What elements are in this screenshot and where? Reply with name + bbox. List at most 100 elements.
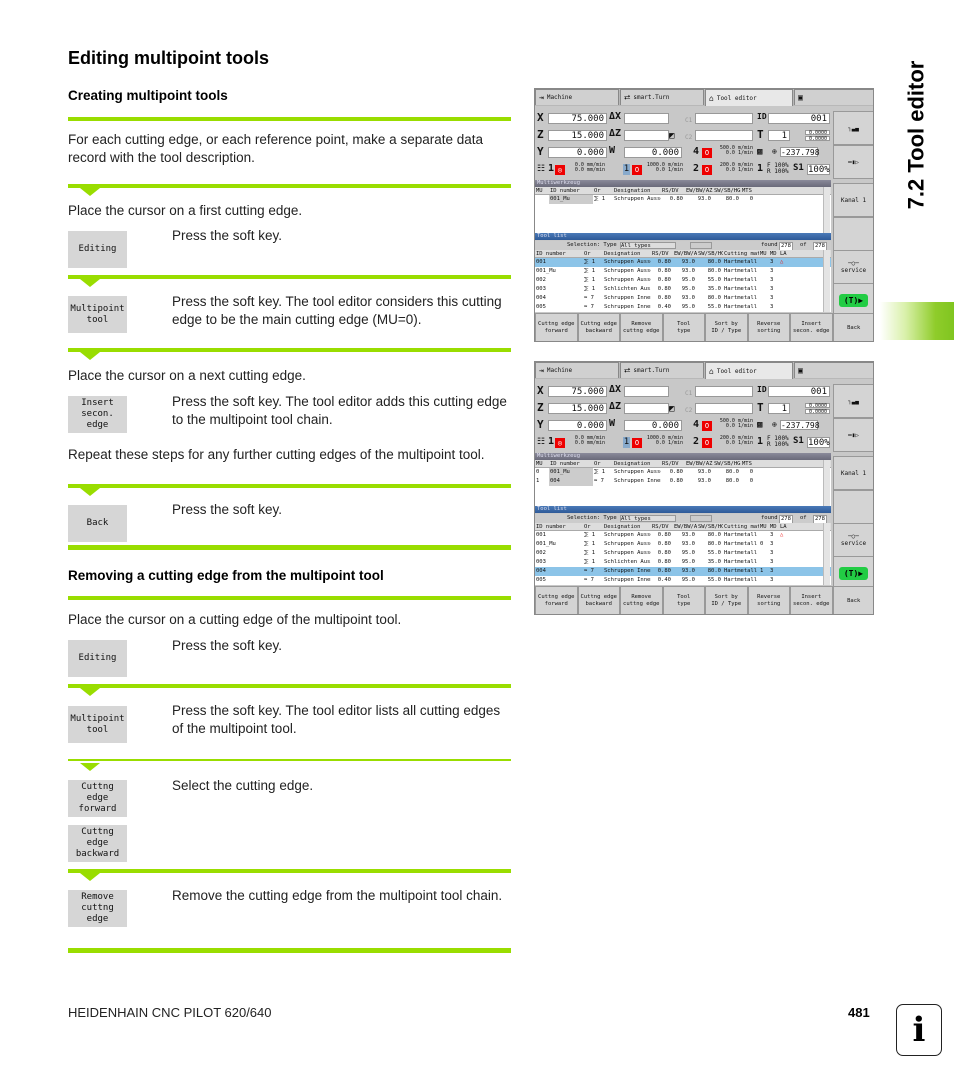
cell-des: Schruppen Aussen bbox=[604, 532, 651, 538]
cell-des: Schruppen Aussen bbox=[604, 541, 651, 547]
softkey-reverse-sorting[interactable]: Reverse sorting bbox=[747, 313, 790, 341]
target-icon: ⊕ bbox=[772, 420, 777, 429]
tool-holder-icon[interactable]: ═▮▷ bbox=[833, 418, 873, 452]
delta-field[interactable] bbox=[624, 130, 669, 141]
cell-mat: Hartmetall bbox=[724, 304, 758, 310]
section-end-divider bbox=[68, 948, 511, 953]
multitool-row[interactable]: 1 004 ≃ 7 Schruppen Innen 0.80 93.0 80.0 0 bbox=[535, 477, 831, 486]
column-header: Designation bbox=[604, 251, 641, 257]
multitool-row[interactable]: 001_Mu⅀ 1 Schruppen Aussen 0.80 93.0 80.0 0 bbox=[535, 195, 831, 204]
softkey-editing[interactable]: Editing bbox=[68, 231, 127, 268]
tool-list-row[interactable]: 001 ⅀ 1 Schruppen Aussen 0.80 93.0 80.0Hartme… bbox=[535, 531, 831, 540]
service-button[interactable]: ─○─ service bbox=[833, 523, 873, 557]
axis-value: 0.000 bbox=[548, 420, 607, 431]
tab-smart-turn[interactable]: ⮂ smart.Turn bbox=[620, 89, 704, 105]
tool-holder-icon: ▩ bbox=[757, 147, 763, 157]
softkey-sort-by-id-type[interactable]: Sort by ID / Type bbox=[705, 313, 748, 341]
machine-contour-icon[interactable]: ┐▃▄ bbox=[833, 384, 873, 418]
softkey-remove-cuttng-edge[interactable]: Remove cuttng edge bbox=[620, 586, 663, 614]
softkey-back[interactable]: Back bbox=[832, 586, 873, 614]
softkey-back[interactable]: Back bbox=[832, 313, 873, 341]
empty-softkey[interactable] bbox=[833, 490, 873, 524]
c2-field[interactable] bbox=[695, 403, 753, 414]
tool-list-row[interactable]: 003 ⅀ 1 Schlichten Auss… 0.80 95.0 35.0Hartme… bbox=[535, 558, 831, 567]
cell-or: ⅀ 1 bbox=[584, 550, 596, 556]
cell-mat: Hartmetall bbox=[724, 550, 758, 556]
softkey-multipoint-tool[interactable]: Multipoint tool bbox=[68, 706, 127, 743]
tool-list-row[interactable]: 003 ⅀ 1 Schlichten Auss… 0.80 95.0 35.0Hartme… bbox=[535, 285, 831, 294]
delta-field[interactable] bbox=[624, 386, 669, 397]
cell-id: 001 bbox=[536, 259, 546, 265]
step-text: Press the soft key. The tool editor list… bbox=[172, 703, 501, 736]
multitool-row[interactable]: 0 001_Mu⅀ 1 Schruppen Aussen 0.80 93.0 80.0 0 bbox=[535, 468, 831, 477]
tool-list-row[interactable]: 001_Mu ⅀ 1 Schruppen Aussen 0.80 93.0 80.0Har… bbox=[535, 267, 831, 276]
softkey-sort-by-id-type[interactable]: Sort by ID / Type bbox=[705, 586, 748, 614]
delta-field[interactable] bbox=[624, 403, 669, 414]
tool-list-row[interactable]: 001_Mu ⅀ 1 Schruppen Aussen 0.80 93.0 80.0Har… bbox=[535, 540, 831, 549]
softkey-reverse-sorting[interactable]: Reverse sorting bbox=[747, 586, 790, 614]
arrow-right-icon: ⇥ bbox=[539, 366, 544, 375]
tab-machine[interactable]: ⇥ Machine bbox=[535, 89, 619, 105]
filter-field[interactable] bbox=[690, 242, 712, 249]
softkey-back[interactable]: Back bbox=[68, 505, 127, 542]
softkey-editing[interactable]: Editing bbox=[68, 640, 127, 677]
rapid-override: R 100% bbox=[767, 168, 789, 175]
cell-or: ≃ 7 bbox=[584, 577, 594, 583]
softkey-insert-secon-edge[interactable]: Insert secon. edge bbox=[790, 313, 833, 341]
softkey-tool-type[interactable]: Tool type bbox=[662, 313, 705, 341]
tool-table-icon[interactable]: (T)▶ bbox=[833, 556, 873, 590]
empty-softkey[interactable] bbox=[833, 217, 873, 251]
tab-machine[interactable]: ⇥ Machine bbox=[535, 362, 619, 378]
c1-field[interactable] bbox=[695, 113, 753, 124]
multitool-scrollbar[interactable] bbox=[823, 460, 830, 506]
tool-list-scrollbar[interactable] bbox=[823, 250, 830, 312]
softkey-cutting-edge-backward[interactable]: Cuttng edge backward bbox=[68, 825, 127, 862]
kanal-button[interactable]: Kanal 1 bbox=[833, 183, 873, 217]
c2-field[interactable] bbox=[695, 130, 753, 141]
tab-tool-editor[interactable]: ⌂ Tool editor bbox=[705, 89, 793, 106]
cell-mts: 0 bbox=[749, 478, 753, 484]
cell-id: 004 bbox=[536, 568, 546, 574]
tool-list-row[interactable]: 004 ≃ 7 Schruppen Innen 0.80 93.0 80.0 Hartmet… bbox=[535, 294, 831, 303]
softkey-insert-secon-edge[interactable]: Insert secon. edge bbox=[790, 586, 833, 614]
tool-list-row[interactable]: 002 ⅀ 1 Schruppen Aussen 0.80 95.0 55.0Hartme… bbox=[535, 276, 831, 285]
softkey-remove-cuttng-edge[interactable]: Remove cuttng edge bbox=[620, 313, 663, 341]
tool-list-row[interactable]: 004 ≃ 7 Schruppen Innen 0.80 93.0 80.0 Hartmet… bbox=[535, 567, 831, 576]
tool-holder-icon[interactable]: ═▮▷ bbox=[833, 145, 873, 179]
filter-field[interactable] bbox=[690, 515, 712, 522]
service-button[interactable]: ─○─ service bbox=[833, 250, 873, 284]
tool-list-row[interactable]: 001 ⅀ 1 Schruppen Aussen 0.80 93.0 80.0Hartme… bbox=[535, 258, 831, 267]
softkey-cuttng-edge-backward[interactable]: Cuttng edge backward bbox=[577, 586, 620, 614]
softkey-insert-second-edge[interactable]: Insert secon. edge bbox=[68, 396, 127, 433]
cell-mat: Hartmetall bbox=[724, 532, 758, 538]
target-icon: ⊕ bbox=[772, 147, 777, 156]
softkey-tool-type[interactable]: Tool type bbox=[662, 586, 705, 614]
cell-mat: Hartmetall bbox=[724, 559, 758, 565]
tab-save[interactable]: ▣ bbox=[794, 362, 873, 378]
delta-field[interactable] bbox=[624, 113, 669, 124]
tab-tool-editor[interactable]: ⌂ Tool editor bbox=[705, 362, 793, 379]
spindle-1-label: 1 bbox=[623, 437, 630, 448]
cell-la bbox=[779, 549, 789, 558]
softkey-cuttng-edge-forward[interactable]: Cuttng edge forward bbox=[535, 586, 578, 614]
machine-contour-icon[interactable]: ┐▃▄ bbox=[833, 111, 873, 145]
softkey-cuttng-edge-forward[interactable]: Cuttng edge forward bbox=[535, 313, 578, 341]
step-text: Press the soft key. bbox=[172, 638, 283, 653]
tool-list-row[interactable]: 005 ≃ 7 Schruppen Innen 0.40 95.0 55.0 Hartmet… bbox=[535, 303, 831, 312]
tab-save[interactable]: ▣ bbox=[794, 89, 873, 105]
tool-list-row[interactable]: 005 ≃ 7 Schruppen Innen 0.40 95.0 55.0 Hartmet… bbox=[535, 576, 831, 585]
type-select[interactable]: All types bbox=[620, 515, 676, 522]
spindle-4-rpm: 0.0 1/min bbox=[725, 423, 753, 429]
type-select[interactable]: All types bbox=[620, 242, 676, 249]
tab-smart-turn[interactable]: ⮂ smart.Turn bbox=[620, 362, 704, 378]
tool-table-icon[interactable]: (T)▶ bbox=[833, 283, 873, 317]
tool-list-row[interactable]: 002 ⅀ 1 Schruppen Aussen 0.80 95.0 55.0Hartme… bbox=[535, 549, 831, 558]
softkey-remove-cutting-edge[interactable]: Remove cuttng edge bbox=[68, 890, 127, 927]
softkey-multipoint-tool[interactable]: Multipoint tool bbox=[68, 296, 127, 333]
softkey-cuttng-edge-backward[interactable]: Cuttng edge backward bbox=[577, 313, 620, 341]
multitool-scrollbar[interactable] bbox=[823, 187, 830, 233]
c1-field[interactable] bbox=[695, 386, 753, 397]
tool-list-scrollbar[interactable] bbox=[823, 523, 830, 585]
kanal-button[interactable]: Kanal 1 bbox=[833, 456, 873, 490]
softkey-cutting-edge-forward[interactable]: Cuttng edge forward bbox=[68, 780, 127, 817]
